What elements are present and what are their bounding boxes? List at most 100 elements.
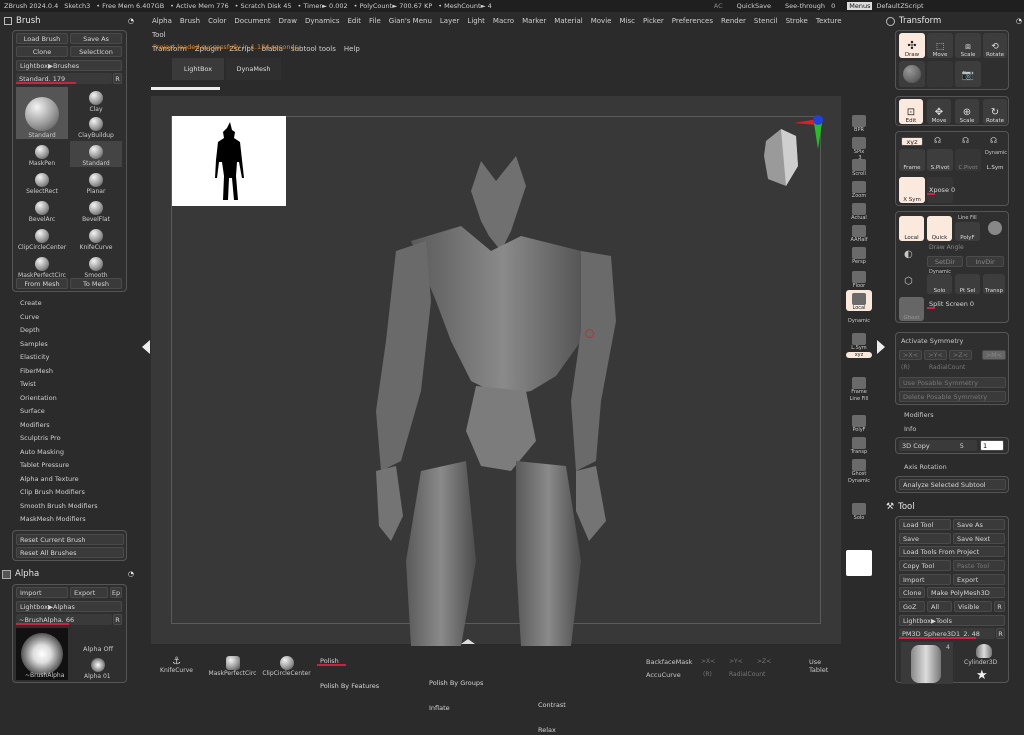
tool-import-button[interactable]: Import — [899, 574, 951, 585]
brush-r-button[interactable]: R — [113, 73, 122, 84]
tool-export-button[interactable]: Export — [953, 574, 1005, 585]
to-mesh-button[interactable]: To Mesh — [70, 278, 122, 289]
polyframe-sphere-icon[interactable] — [988, 221, 1002, 235]
menu-document[interactable]: Document — [230, 14, 274, 28]
invdir-button[interactable]: InvDir — [966, 256, 1004, 267]
brush-tile-planar[interactable]: Planar — [70, 169, 122, 195]
brush-submenu-orientation[interactable]: Orientation — [0, 392, 130, 406]
brush-submenu-clip-brush-modifiers[interactable]: Clip Brush Modifiers — [0, 486, 130, 500]
scale-mode-button[interactable]: ⊕ Scale — [955, 99, 979, 124]
texture-tool[interactable] — [927, 61, 953, 87]
transform-pin-icon[interactable]: ◔ — [1016, 17, 1022, 25]
lightbox-tab[interactable]: LightBox — [172, 58, 224, 80]
alpha-pin-icon[interactable]: ◔ — [128, 570, 134, 578]
menu-file[interactable]: File — [365, 14, 385, 28]
goz-visible-button[interactable]: Visible — [954, 601, 992, 612]
star-icon[interactable]: ★ — [976, 668, 988, 683]
brush-submenu-smooth-brush-modifiers[interactable]: Smooth Brush Modifiers — [0, 500, 130, 514]
draw-angle-slider[interactable]: Draw Angle — [929, 244, 964, 251]
polyf-button[interactable]: PolyF — [955, 222, 980, 241]
document-canvas[interactable] — [151, 96, 841, 646]
brush-submenu-maskmesh-modifiers[interactable]: MaskMesh Modifiers — [0, 513, 130, 527]
brush-tile-maskperfectcirc[interactable]: MaskPerfectCirc — [16, 253, 68, 279]
knifecurve-brush[interactable]: ⚓ KnifeCurve — [159, 656, 194, 683]
accucurve-toggle[interactable]: AccuCurve — [646, 671, 681, 679]
menu-misc[interactable]: Misc — [615, 14, 638, 28]
cylinder3d-thumb[interactable] — [976, 644, 992, 658]
info-submenu[interactable]: Info — [904, 425, 916, 433]
split-screen-slider[interactable]: Split Screen 0 — [927, 298, 1005, 309]
brush-submenu-surface[interactable]: Surface — [0, 405, 130, 419]
brush-tile-selectrect[interactable]: SelectRect — [16, 169, 68, 195]
brush-tile-maskpen[interactable]: MaskPen — [16, 141, 68, 167]
tool-header[interactable]: ⚒ Tool — [886, 500, 1022, 514]
brush-tile-standard[interactable]: Standard — [16, 87, 68, 139]
shelf-local[interactable]: Local — [846, 290, 872, 311]
material-tool[interactable] — [899, 61, 925, 87]
brush-submenu-tablet-pressure[interactable]: Tablet Pressure — [0, 459, 130, 473]
alpha-r-button[interactable]: R — [113, 614, 122, 625]
delete-posable-symmetry-button[interactable]: Delete Posable Symmetry — [899, 391, 1006, 402]
menu-edit[interactable]: Edit — [343, 14, 365, 28]
menu-tool[interactable]: Tool — [148, 28, 170, 42]
shelf-polyf[interactable]: PolyF — [846, 412, 872, 433]
menu-macro[interactable]: Macro — [489, 14, 518, 28]
navigation-gizmo[interactable] — [756, 111, 826, 191]
brush-pin-icon[interactable]: ◔ — [128, 17, 134, 25]
brush-submenu-elasticity[interactable]: Elasticity — [0, 351, 130, 365]
alpha-ep-button[interactable]: Ep — [110, 587, 122, 598]
current-tool-slider[interactable]: PM3D_Sphere3D1_2. 48 — [899, 628, 995, 639]
menu-preferences[interactable]: Preferences — [668, 14, 717, 28]
shelf-line-fill[interactable]: Line Fill — [846, 396, 872, 402]
menu-gian-s-menu[interactable]: Gian's Menu — [385, 14, 436, 28]
half-circle-icon[interactable]: ◐ — [904, 249, 913, 260]
menu-color[interactable]: Color — [204, 14, 230, 28]
brush-clone-button[interactable]: Clone — [16, 46, 68, 57]
load-tool-button[interactable]: Load Tool — [899, 519, 951, 530]
brush-submenu-curve[interactable]: Curve — [0, 311, 130, 325]
goz-r-button[interactable]: R — [994, 601, 1005, 612]
copy-tool-button[interactable]: Copy Tool — [899, 560, 951, 571]
lsym-button[interactable]: L.Sym — [983, 156, 1007, 171]
reset-current-brush-button[interactable]: Reset Current Brush — [16, 534, 124, 545]
menu-layer[interactable]: Layer — [436, 14, 464, 28]
setdir-button[interactable]: SetDir — [927, 256, 963, 267]
brush-tile-knifecurve[interactable]: KnifeCurve — [70, 225, 122, 251]
shelf-frame[interactable]: Frame — [846, 374, 872, 395]
cube-icon[interactable]: ⬡ — [904, 276, 913, 287]
axis-z-button[interactable]: >Z< — [949, 350, 972, 360]
use-posable-symmetry-button[interactable]: Use Posable Symmetry — [899, 377, 1006, 388]
shelf-l-sym[interactable]: L.Sym — [846, 330, 872, 351]
brush-size-slider[interactable]: Standard. 179 — [16, 73, 112, 84]
menus-button[interactable]: Menus — [847, 2, 873, 10]
menu-stencil[interactable]: Stencil — [750, 14, 782, 28]
brush-tile-smooth[interactable]: Smooth — [70, 253, 122, 279]
brush-submenu-samples[interactable]: Samples — [0, 338, 130, 352]
bottom-axis-y[interactable]: >Y< — [729, 658, 743, 665]
menu-marker[interactable]: Marker — [518, 14, 550, 28]
from-mesh-button[interactable]: From Mesh — [16, 278, 68, 289]
bottom-axis-x[interactable]: >X< — [701, 658, 715, 665]
seethrough-slider[interactable]: See-through 0 — [785, 2, 835, 10]
shelf-scroll[interactable]: Scroll — [846, 156, 872, 177]
quicksave-button[interactable]: QuickSave — [737, 2, 771, 10]
menu-texture[interactable]: Texture — [812, 14, 846, 28]
local-button[interactable]: Local — [899, 216, 924, 241]
goz-button[interactable]: GoZ — [899, 601, 925, 612]
brush-tile-bevelarc[interactable]: BevelArc — [16, 197, 68, 223]
pivot-icon-3[interactable]: ☊ — [990, 136, 997, 145]
zscript-button[interactable]: DefaultZScript — [876, 2, 923, 10]
brush-submenu-alpha-and-texture[interactable]: Alpha and Texture — [0, 473, 130, 487]
pivot-icon-1[interactable]: ☊ — [934, 136, 941, 145]
rotate-mode-button[interactable]: ↻ Rotate — [983, 99, 1007, 124]
sculpt-model[interactable] — [351, 141, 771, 646]
brush-submenu-twist[interactable]: Twist — [0, 378, 130, 392]
polish-features-slider[interactable]: Polish By Features — [317, 680, 414, 691]
radial-count-slider[interactable]: RadialCount — [929, 364, 965, 371]
brush-save-as-button[interactable]: Save As — [70, 33, 122, 44]
ghost-button[interactable]: Ghost — [899, 297, 924, 321]
bottom-axis-z[interactable]: >Z< — [757, 658, 771, 665]
save-next-button[interactable]: Save Next — [953, 533, 1005, 544]
menu-picker[interactable]: Picker — [639, 14, 668, 28]
menu-dynamics[interactable]: Dynamics — [301, 14, 344, 28]
